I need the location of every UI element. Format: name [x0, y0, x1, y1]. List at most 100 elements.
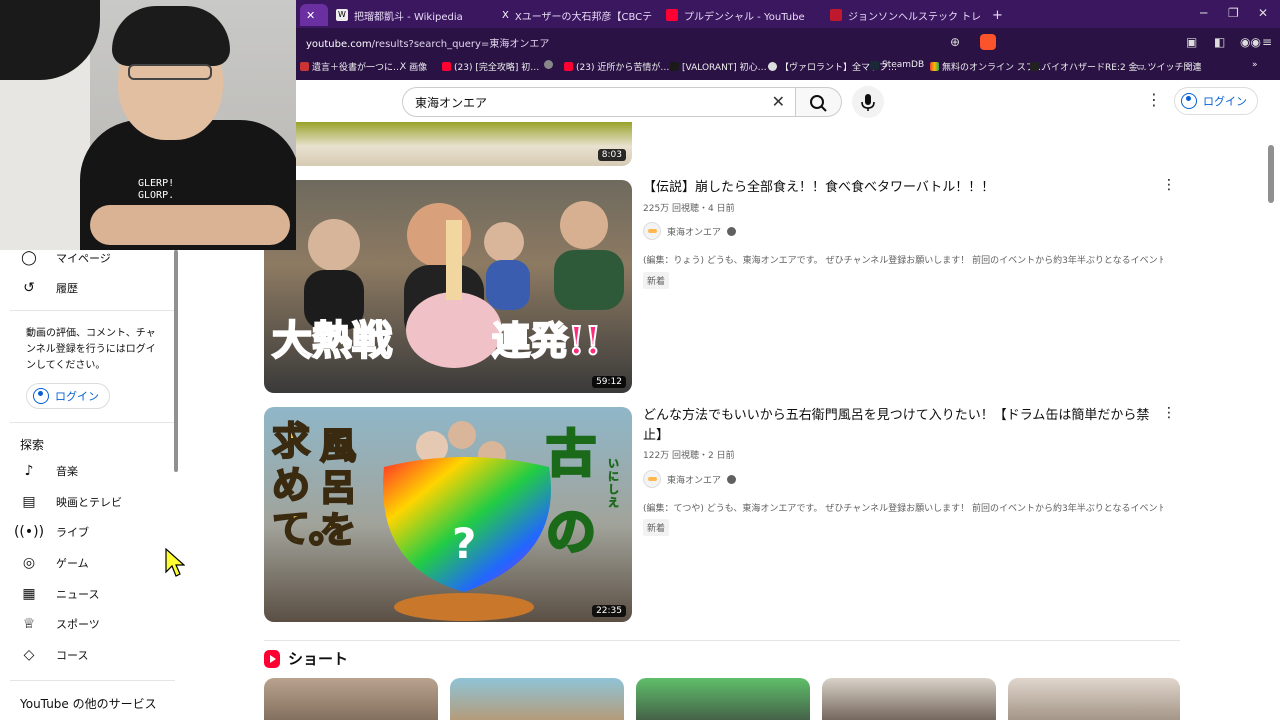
search-box[interactable]: 東海オンエア ✕	[402, 87, 796, 117]
sidebar-item-music[interactable]: ♪ 音楽	[20, 460, 78, 482]
account-icon	[1181, 93, 1197, 109]
login-label: ログイン	[55, 390, 99, 403]
game-icon: ◎	[22, 555, 36, 571]
sidebar-item-label: ゲーム	[56, 557, 89, 570]
login-prompt: 動画の評価、コメント、チャンネル登録を行うにはログインしてください。	[26, 328, 156, 371]
channel-link[interactable]: 東海オンエア	[643, 222, 737, 240]
mouse-cursor-icon	[165, 548, 185, 577]
sidebar-item-history[interactable]: ↺ 履歴	[20, 277, 78, 299]
tab-johnson[interactable]: ジョンソンヘルステック トレッドミル 業務用	[830, 4, 980, 26]
clear-search-icon[interactable]: ✕	[772, 92, 785, 111]
bookmark-item[interactable]: 無料のオンライン スプ…	[930, 60, 1044, 73]
settings-menu-icon[interactable]: ⋮	[1146, 90, 1162, 109]
sidebar-login-button[interactable]: ログイン	[26, 383, 110, 409]
video-thumbnail[interactable]: 8:03	[264, 122, 632, 166]
bookmark-item[interactable]: X 画像	[400, 60, 428, 74]
webcam-person-hair	[112, 6, 230, 66]
steam-icon	[870, 60, 879, 70]
short-thumbnail[interactable]	[1008, 678, 1180, 720]
sidebar-toggle-icon[interactable]: ▣	[1186, 35, 1197, 49]
tab-x[interactable]: X Xユーザーの大石邦彦【CBCテレビ解説委	[502, 4, 654, 26]
sidebar-scrollbar[interactable]	[174, 250, 178, 472]
account-icon	[33, 388, 49, 404]
login-button[interactable]: ログイン	[1174, 87, 1258, 115]
channel-link[interactable]: 東海オンエア	[643, 470, 737, 488]
short-thumbnail[interactable]	[822, 678, 996, 720]
short-thumbnail[interactable]	[264, 678, 438, 720]
sidebar-item-mypage[interactable]: ◯ マイページ	[20, 247, 111, 269]
url-host: youtube.com	[306, 39, 372, 50]
duration-badge: 22:35	[592, 605, 626, 617]
bookmark-label: 画像	[409, 63, 428, 73]
video-title[interactable]: 【伝説】崩したら全部食え！！食べ食べタワーバトル！！！	[643, 178, 1163, 198]
bookmark-label: (23) [完全攻略] 初…	[454, 63, 540, 73]
sidebar-item-live[interactable]: ((•)) ライブ	[14, 521, 89, 543]
bookmark-label: (23) 近所から苦情が…	[576, 63, 670, 73]
bookmark-item[interactable]: 遺言＋役書が一つに…	[300, 60, 402, 73]
sidebar-item-news[interactable]: ▦ ニュース	[20, 583, 99, 605]
webcam-overlay: GLERP! GLORP.	[0, 0, 296, 250]
tab-wikipedia[interactable]: W 把瑠都凱斗 - Wikipedia	[336, 4, 486, 26]
tab-youtube[interactable]: プルデンシャル - YouTube	[666, 4, 816, 26]
video-title[interactable]: どんな方法でもいいから五右衛門風呂を見つけて入りたい！【ドラム缶は簡単だから禁止…	[643, 406, 1163, 446]
search-button[interactable]	[796, 87, 842, 117]
more-options-icon[interactable]: ⋮	[1162, 177, 1176, 193]
main-scrollbar[interactable]	[1268, 145, 1274, 203]
bookmarks-overflow[interactable]: »	[1252, 60, 1258, 70]
voice-search-button[interactable]	[852, 86, 884, 118]
bookmark-folder[interactable]: ▭ ツイッチ関連	[1136, 60, 1202, 74]
sidebar-item-sports[interactable]: ♕ スポーツ	[20, 613, 100, 635]
search-input[interactable]: 東海オンエア	[415, 94, 487, 111]
more-options-icon[interactable]: ⋮	[1162, 405, 1176, 421]
minimize-button[interactable]: ─	[1200, 6, 1207, 20]
login-label: ログイン	[1203, 95, 1247, 108]
sidebar-item-gaming[interactable]: ◎ ゲーム	[20, 552, 89, 574]
wikipedia-icon: W	[336, 9, 348, 21]
film-icon: ▤	[22, 494, 36, 510]
channel-avatar	[643, 470, 661, 488]
glasses-icon[interactable]: ◉◉	[1240, 35, 1261, 49]
youtube-header: 東海オンエア ✕ ⋮ ログイン	[296, 80, 1280, 122]
tab-strip: ✕ W 把瑠都凱斗 - Wikipedia X Xユーザーの大石邦彦【CBCテレ…	[296, 0, 1280, 28]
course-icon: ◇	[23, 647, 35, 663]
bookmark-label: 無料のオンライン スプ…	[942, 63, 1044, 73]
webcam-person-arms	[90, 205, 290, 245]
history-icon: ↺	[23, 280, 35, 296]
sidebar-item-movies[interactable]: ▤ 映画とテレビ	[20, 491, 122, 513]
maximize-button[interactable]: ❐	[1228, 6, 1239, 20]
bookmark-item[interactable]: (23) [完全攻略] 初…	[442, 60, 539, 73]
zoom-icon[interactable]: ⊕	[950, 35, 960, 49]
short-thumbnail[interactable]	[636, 678, 810, 720]
thumbnail-ruby: いにしえ	[608, 457, 620, 510]
thumbnail-caption-right: 古の	[545, 423, 598, 563]
bookmark-label: SteamDB	[882, 60, 925, 70]
thumbnail-caption-left: 求めて。	[271, 418, 348, 552]
divider	[10, 422, 175, 423]
bookmark-item[interactable]: SteamDB	[870, 60, 924, 70]
video-thumbnail[interactable]: 大熱戦 連発!! 59:12	[264, 180, 632, 393]
address-bar[interactable]: youtube.com/results?search_query=東海オンエア …	[296, 29, 1280, 55]
duration-badge: 59:12	[592, 376, 626, 388]
bookmark-item[interactable]: バイオハザードRE:2 金…	[1030, 60, 1147, 73]
user-icon: ◯	[21, 250, 37, 266]
short-thumbnail[interactable]	[450, 678, 624, 720]
bookmark-item[interactable]	[544, 60, 553, 69]
url-path: /results?search_query=東海オンエア	[371, 39, 550, 50]
sidebar-item-courses[interactable]: ◇ コース	[20, 644, 89, 666]
bookmark-item[interactable]: [VALORANT] 初心…	[670, 60, 767, 73]
new-tab-button[interactable]: +	[992, 4, 1003, 26]
url-text[interactable]: youtube.com/results?search_query=東海オンエア	[306, 35, 549, 50]
bookmark-item[interactable]: (23) 近所から苦情が…	[564, 60, 669, 73]
site-icon	[830, 9, 842, 21]
browser-menu-icon[interactable]: ≡	[1262, 35, 1272, 49]
tab-active[interactable]: ✕	[300, 4, 328, 26]
brave-shield-icon[interactable]	[980, 34, 996, 50]
shirt-graphic: GLERP! GLORP.	[138, 178, 175, 201]
wallet-icon[interactable]: ◧	[1214, 35, 1225, 49]
bookmark-icon	[768, 62, 777, 71]
video-thumbnail[interactable]: 求めて。 風呂を 古の いにしえ ? 22:35	[264, 407, 632, 622]
close-icon[interactable]: ✕	[306, 9, 315, 22]
tab-label: Xユーザーの大石邦彦【CBCテレビ解説委	[514, 11, 654, 23]
bookmarks-bar: 遺言＋役書が一つに… X 画像 (23) [完全攻略] 初… (23) 近所から苦…	[296, 56, 1280, 78]
close-window-button[interactable]: ✕	[1258, 6, 1268, 20]
